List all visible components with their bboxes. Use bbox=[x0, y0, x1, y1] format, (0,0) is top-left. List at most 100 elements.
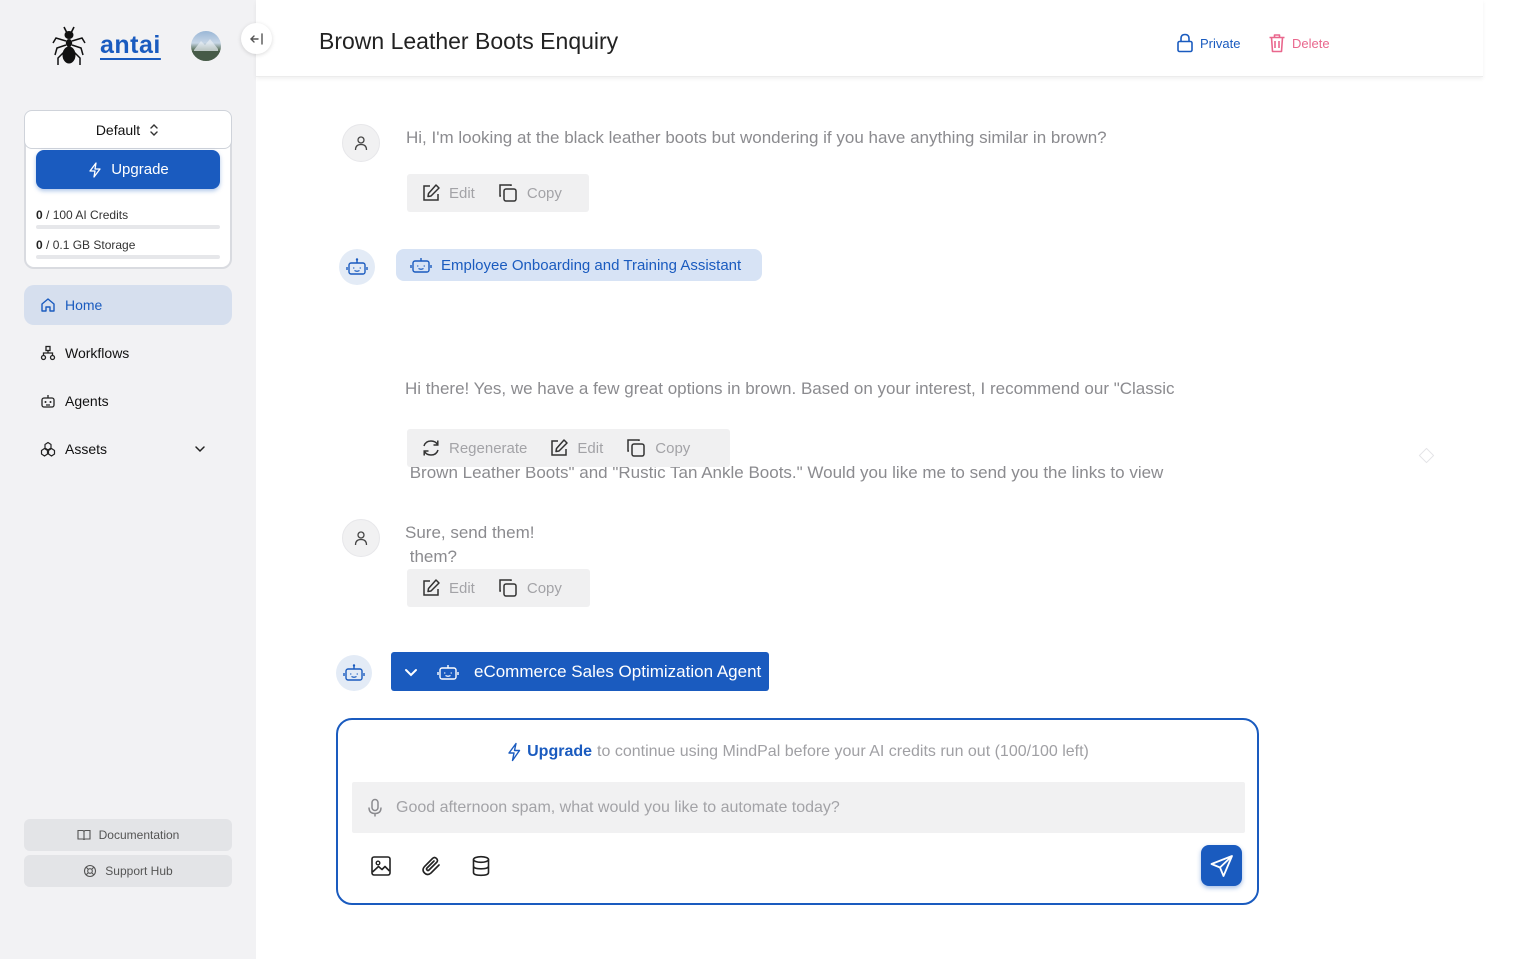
storage-quota: 0 / 0.1 GB Storage bbox=[36, 238, 135, 252]
send-button[interactable] bbox=[1201, 845, 1242, 886]
regenerate-button[interactable]: Regenerate bbox=[421, 438, 527, 458]
upgrade-button[interactable]: Upgrade bbox=[36, 150, 220, 189]
robot-icon bbox=[436, 662, 460, 682]
regenerate-label: Regenerate bbox=[449, 439, 528, 457]
agent-message-line: Hi there! Yes, we have a few great optio… bbox=[405, 379, 1175, 398]
send-icon bbox=[1209, 853, 1235, 879]
assets-icon bbox=[40, 441, 65, 457]
lightning-icon bbox=[506, 742, 522, 762]
prompt-box bbox=[352, 782, 1245, 833]
upgrade-link[interactable]: Upgrade bbox=[527, 743, 592, 761]
home-icon bbox=[40, 297, 65, 313]
sidebar-item-label: Assets bbox=[65, 441, 108, 457]
user-avatar bbox=[342, 124, 380, 162]
edit-icon bbox=[421, 578, 449, 598]
copy-icon bbox=[497, 577, 527, 599]
chevron-up-down-icon bbox=[140, 123, 160, 137]
agent-name-label: Employee Onboarding and Training Assista… bbox=[441, 256, 742, 274]
edit-button[interactable]: Edit bbox=[421, 183, 475, 203]
lifebuoy-icon bbox=[83, 864, 105, 878]
edit-icon bbox=[549, 438, 577, 458]
copy-label: Copy bbox=[526, 184, 562, 202]
copy-button[interactable]: Copy bbox=[497, 577, 562, 599]
sidebar: antai Default Upgrade 0 / 100 AI Credits… bbox=[0, 0, 256, 959]
sidebar-item-agents[interactable]: Agents bbox=[24, 381, 232, 421]
upgrade-notice: Upgrade to continue using MindPal before… bbox=[338, 742, 1257, 762]
chevron-down-icon bbox=[403, 664, 419, 680]
microphone-icon[interactable] bbox=[366, 798, 384, 818]
sidebar-item-assets[interactable]: Assets bbox=[24, 429, 232, 469]
copy-label: Copy bbox=[526, 579, 562, 597]
lightning-icon bbox=[87, 161, 111, 178]
user-avatar bbox=[342, 519, 380, 557]
copy-button[interactable]: Copy bbox=[625, 437, 690, 459]
delete-button[interactable]: Delete bbox=[1268, 33, 1330, 53]
private-button[interactable]: Private bbox=[1176, 33, 1240, 53]
copy-button[interactable]: Copy bbox=[497, 182, 562, 204]
workspace-selector-label: Default bbox=[95, 121, 141, 138]
ant-logo-icon bbox=[52, 24, 86, 66]
private-label: Private bbox=[1200, 35, 1241, 51]
robot-icon bbox=[346, 257, 368, 277]
edit-button[interactable]: Edit bbox=[549, 438, 603, 458]
sidebar-item-label: Workflows bbox=[65, 345, 130, 361]
agent-avatar bbox=[336, 655, 372, 691]
robot-icon bbox=[343, 663, 365, 683]
page-header: Brown Leather Boots Enquiry Private Dele… bbox=[256, 0, 1483, 77]
paperclip-icon[interactable] bbox=[420, 855, 442, 877]
storage-total: / 0.1 GB Storage bbox=[42, 238, 136, 252]
brand-logo[interactable]: antai bbox=[52, 24, 161, 66]
upgrade-button-label: Upgrade bbox=[111, 161, 169, 178]
user-message-text: Hi, I'm looking at the black leather boo… bbox=[406, 128, 1107, 147]
credits-total: / 100 AI Credits bbox=[42, 208, 129, 222]
storage-used: 0 bbox=[36, 238, 43, 252]
refresh-icon bbox=[421, 438, 449, 458]
image-upload-icon[interactable] bbox=[370, 855, 392, 877]
robot-icon bbox=[410, 256, 441, 274]
edit-label: Edit bbox=[449, 184, 475, 202]
agent-message-line: them? bbox=[405, 547, 457, 566]
sidebar-item-label: Agents bbox=[65, 393, 109, 409]
message-actions: Edit Copy bbox=[407, 174, 589, 212]
arrow-left-bar-icon bbox=[249, 32, 265, 46]
agent-selector[interactable]: eCommerce Sales Optimization Agent bbox=[391, 652, 770, 691]
decorative-diamond bbox=[1418, 447, 1435, 464]
workspace-selector[interactable]: Default bbox=[24, 110, 232, 149]
credits-quota: 0 / 100 AI Credits bbox=[36, 208, 128, 222]
chevron-down-icon[interactable] bbox=[193, 442, 216, 456]
plan-card: Default Upgrade 0 / 100 AI Credits 0 / 0… bbox=[24, 110, 232, 269]
upgrade-notice-text: to continue using MindPal before your AI… bbox=[597, 743, 1089, 760]
sidebar-item-home[interactable]: Home bbox=[24, 285, 232, 325]
page-title: Brown Leather Boots Enquiry bbox=[319, 28, 619, 54]
message-actions: Regenerate Edit Copy bbox=[407, 429, 730, 467]
workspace-avatar[interactable] bbox=[191, 31, 221, 61]
user-icon bbox=[353, 530, 369, 546]
edit-label: Edit bbox=[577, 439, 604, 457]
user-icon bbox=[353, 135, 369, 151]
collapse-sidebar-button[interactable] bbox=[241, 23, 272, 54]
robot-icon bbox=[40, 393, 65, 409]
support-hub-label: Support Hub bbox=[105, 864, 173, 878]
edit-icon bbox=[421, 183, 449, 203]
storage-progress bbox=[36, 255, 220, 259]
sidebar-item-workflows[interactable]: Workflows bbox=[24, 333, 232, 373]
sidebar-item-label: Home bbox=[65, 297, 103, 313]
documentation-button[interactable]: Documentation bbox=[24, 819, 232, 851]
edit-label: Edit bbox=[449, 579, 475, 597]
credits-progress bbox=[36, 225, 220, 229]
documentation-label: Documentation bbox=[98, 828, 180, 842]
user-message-text: Sure, send them! bbox=[405, 523, 535, 542]
book-icon bbox=[77, 828, 99, 842]
prompt-input[interactable] bbox=[396, 798, 1216, 817]
delete-label: Delete bbox=[1292, 35, 1330, 51]
brand-name: antai bbox=[100, 30, 161, 59]
lock-icon bbox=[1176, 33, 1200, 53]
copy-icon bbox=[497, 182, 527, 204]
agent-name-badge[interactable]: Employee Onboarding and Training Assista… bbox=[396, 249, 763, 281]
message-actions: Edit Copy bbox=[407, 569, 590, 607]
agent-selector-label: eCommerce Sales Optimization Agent bbox=[474, 661, 762, 681]
database-icon[interactable] bbox=[470, 855, 492, 877]
agent-avatar bbox=[339, 249, 375, 285]
edit-button[interactable]: Edit bbox=[421, 578, 475, 598]
support-hub-button[interactable]: Support Hub bbox=[24, 855, 232, 887]
